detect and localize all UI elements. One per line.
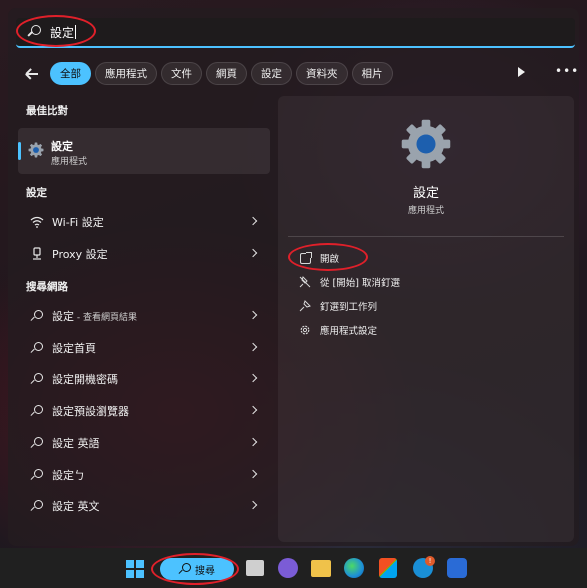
filter-chip-folders[interactable]: 資料夾 xyxy=(296,61,348,85)
search-icon xyxy=(28,370,46,388)
chevron-right-icon[interactable] xyxy=(248,373,258,383)
unpin-icon xyxy=(298,275,312,289)
search-icon xyxy=(28,434,46,452)
search-box[interactable]: 設定 xyxy=(16,18,575,48)
filter-chip-apps[interactable]: 應用程式 xyxy=(95,61,157,85)
result-proxy-settings[interactable]: Proxy 設定 xyxy=(18,240,270,268)
filter-chip-all[interactable]: 全部 xyxy=(50,61,91,85)
filter-chip-web[interactable]: 網頁 xyxy=(206,61,247,85)
best-match-heading: 最佳比對 xyxy=(26,105,68,117)
web-result[interactable]: 設定 英文 xyxy=(18,492,270,520)
action-unpin-start[interactable]: 從 [開始] 取消釘選 xyxy=(298,272,400,292)
action-label: 釘選到工作列 xyxy=(320,302,378,313)
play-icon[interactable] xyxy=(518,67,525,77)
settings-gear-icon xyxy=(401,119,451,169)
windows-start-icon[interactable] xyxy=(126,560,144,578)
selection-indicator xyxy=(18,142,21,160)
action-pin-taskbar[interactable]: 釘選到工作列 xyxy=(298,296,377,316)
web-result[interactable]: 設定首頁 xyxy=(18,334,270,362)
chevron-right-icon[interactable] xyxy=(248,342,258,352)
settings-section-heading: 設定 xyxy=(26,187,47,199)
gear-icon xyxy=(298,323,312,337)
web-result[interactable]: 設定ㄅ xyxy=(18,461,270,489)
web-result-label: 設定 xyxy=(52,310,74,323)
action-label: 應用程式設定 xyxy=(320,326,378,337)
divider xyxy=(288,236,564,237)
chevron-right-icon[interactable] xyxy=(248,405,258,415)
web-result[interactable]: 設定 英語 xyxy=(18,429,270,457)
detail-app-type: 應用程式 xyxy=(407,206,444,216)
search-icon xyxy=(28,339,46,357)
web-result-suffix: - 查看網頁結果 xyxy=(74,313,137,323)
action-app-settings[interactable]: 應用程式設定 xyxy=(298,320,377,340)
detail-app-name: 設定 xyxy=(412,186,439,201)
chevron-right-icon[interactable] xyxy=(248,500,258,510)
action-label: 從 [開始] 取消釘選 xyxy=(320,278,400,289)
highlight-ring-taskbar-search xyxy=(151,553,239,585)
result-label: Proxy 設定 xyxy=(52,248,108,261)
chevron-right-icon[interactable] xyxy=(248,469,258,479)
result-label: Wi-Fi 設定 xyxy=(52,216,104,229)
notification-badge: ! xyxy=(425,556,435,566)
chat-icon[interactable] xyxy=(278,558,298,578)
highlight-ring-search xyxy=(16,15,96,47)
wifi-icon xyxy=(28,213,46,231)
filter-bar: 全部 應用程式 文件 網頁 設定 資料夾 相片 xyxy=(22,61,577,85)
best-match-type: 應用程式 xyxy=(51,157,88,167)
search-icon xyxy=(28,402,46,420)
chevron-right-icon[interactable] xyxy=(248,248,258,258)
detail-pane: 設定 應用程式 開啟 從 [開始] 取消釘選 釘選到工作列 應用程式設定 xyxy=(278,96,574,542)
web-result-label: 設定 英文 xyxy=(52,500,100,513)
filter-chip-settings[interactable]: 設定 xyxy=(251,61,292,85)
chevron-right-icon[interactable] xyxy=(248,437,258,447)
web-result-label: 設定開機密碼 xyxy=(52,373,118,386)
result-wifi-settings[interactable]: Wi-Fi 設定 xyxy=(18,208,270,236)
proxy-icon xyxy=(28,245,46,263)
edge-browser-icon[interactable] xyxy=(344,558,364,578)
web-result-label: 設定 英語 xyxy=(52,437,100,450)
best-match-item[interactable]: 設定 應用程式 xyxy=(18,128,270,174)
chevron-right-icon[interactable] xyxy=(248,310,258,320)
search-icon xyxy=(28,307,46,325)
filter-chip-photos[interactable]: 相片 xyxy=(351,61,393,85)
web-result[interactable]: 設定預設瀏覽器 xyxy=(18,397,270,425)
search-icon xyxy=(28,497,46,515)
web-result-label: 設定預設瀏覽器 xyxy=(52,405,129,418)
more-options-icon[interactable]: ••• xyxy=(555,64,579,78)
chevron-right-icon[interactable] xyxy=(248,216,258,226)
task-view-icon[interactable] xyxy=(246,560,264,576)
filter-chip-documents[interactable]: 文件 xyxy=(161,61,202,85)
store-icon[interactable] xyxy=(379,558,397,578)
web-result[interactable]: 設定開機密碼 xyxy=(18,365,270,393)
highlight-ring-open xyxy=(288,243,368,271)
file-explorer-icon[interactable] xyxy=(311,560,331,577)
pin-icon xyxy=(298,299,312,313)
settings-gear-icon xyxy=(28,142,44,158)
web-result-label: 設定ㄅ xyxy=(52,469,85,482)
web-result-label: 設定首頁 xyxy=(52,342,96,355)
search-icon xyxy=(28,466,46,484)
web-result[interactable]: 設定 - 查看網頁結果 xyxy=(18,302,270,330)
back-arrow-icon[interactable] xyxy=(22,63,42,83)
web-section-heading: 搜尋網路 xyxy=(26,281,68,293)
best-match-name: 設定 xyxy=(51,140,73,153)
messenger-app-icon[interactable] xyxy=(447,558,467,578)
